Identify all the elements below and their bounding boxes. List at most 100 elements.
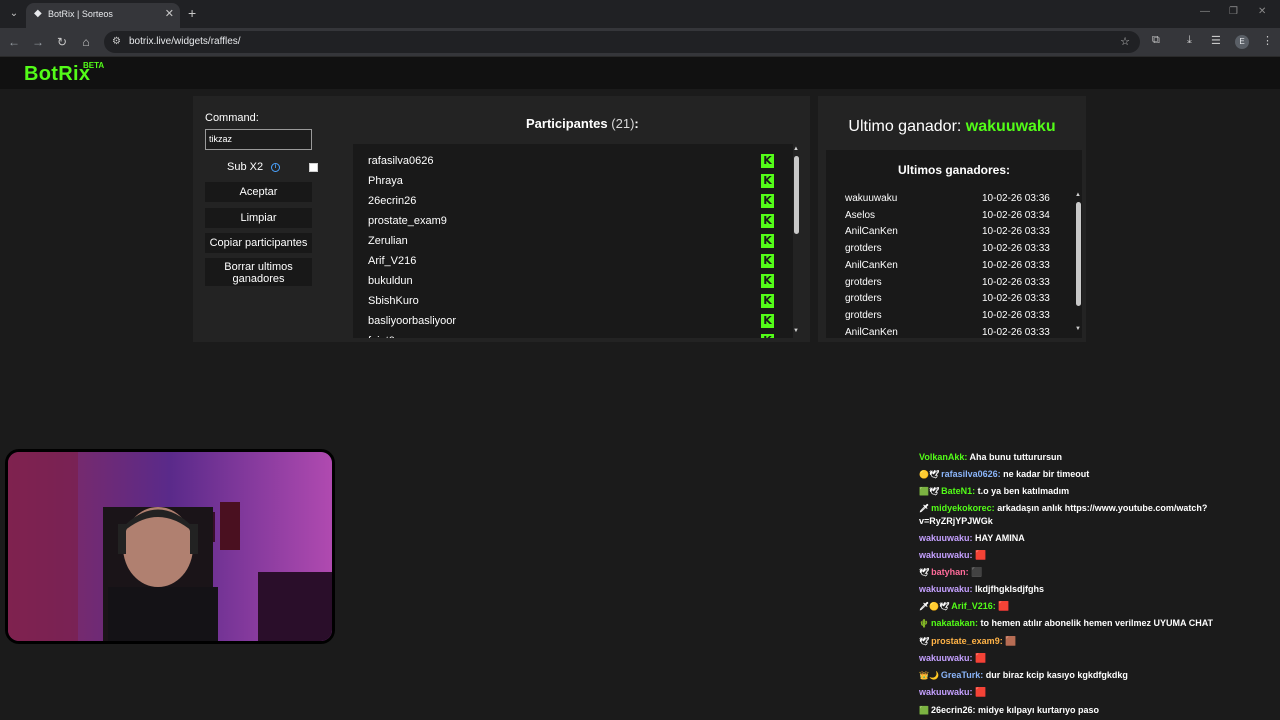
winner-date: 10-02-26 03:33 xyxy=(982,243,1050,255)
chat-username: batyhan: xyxy=(931,567,969,577)
chat-text-continued: v=RyZRjYPJWGk xyxy=(919,516,993,526)
winner-name: AnilCanKen xyxy=(845,226,898,238)
participants-scrollbar[interactable]: ▲ ▼ xyxy=(793,146,801,336)
scroll-down-icon[interactable]: ▼ xyxy=(1075,326,1081,332)
chat-text: arkadaşın anlık https://www.youtube.com/… xyxy=(994,503,1208,513)
kick-logo-icon: K xyxy=(761,254,774,268)
chat-message: 🟩🕊 BateN1: t.o ya ben katılmadım xyxy=(919,485,1259,498)
chat-badges: 🕊 xyxy=(919,568,930,577)
winners-list-title: Ultimos ganadores: xyxy=(897,163,1011,177)
chat-badges: 🕊 xyxy=(919,637,930,646)
minimize-icon[interactable]: — xyxy=(1200,6,1210,17)
close-window-icon[interactable]: ✕ xyxy=(1258,6,1266,17)
reading-list-icon[interactable]: ☰ xyxy=(1211,34,1221,47)
chat-username: Arif_V216: xyxy=(951,601,996,611)
chat-username: wakuuwaku: xyxy=(919,533,973,543)
winner-date: 10-02-26 03:33 xyxy=(982,293,1050,305)
restore-icon[interactable]: ❐ xyxy=(1229,6,1238,17)
winners-list[interactable]: Ultimos ganadores: ▲ ▼ wakuuwaku 10-02-26… xyxy=(826,150,1082,338)
scroll-thumb[interactable] xyxy=(1076,202,1081,306)
winner-name: grotders xyxy=(845,276,882,288)
profile-avatar[interactable]: E xyxy=(1235,35,1249,49)
participant-name: SbishKuro xyxy=(368,295,419,307)
kick-logo-icon: K xyxy=(761,294,774,308)
participant-row: Zerulian K xyxy=(368,232,778,252)
delete-winners-button[interactable]: Borrar ultimos ganadores xyxy=(205,258,312,286)
scroll-down-icon[interactable]: ▼ xyxy=(793,328,799,334)
home-icon[interactable]: ⌂ xyxy=(78,34,94,50)
copy-participants-button[interactable]: Copiar participantes xyxy=(205,233,312,253)
chat-badges: 🟩 xyxy=(919,706,929,715)
chat-text: HAY AMINA xyxy=(972,533,1025,543)
raffle-panel: Command: tikzaz Sub X2 i Aceptar Limpiar… xyxy=(193,96,810,342)
chat-message: 🕊 batyhan: ⬛ xyxy=(919,566,1259,579)
participant-row: feint0 K xyxy=(368,332,778,338)
close-tab-icon[interactable]: ✕ xyxy=(165,7,174,20)
participant-row: Arif_V216 K xyxy=(368,252,778,272)
chat-message: VolkanAkk: Aha bunu tutturursun xyxy=(919,451,1259,463)
kick-logo-icon: K xyxy=(761,154,774,168)
accept-button[interactable]: Aceptar xyxy=(205,182,312,202)
chat-text: to hemen atılır abonelik hemen verilmez … xyxy=(978,618,1214,628)
participant-name: bukuldun xyxy=(368,275,413,287)
browser-tabstrip: ⌄ ◆ BotRix | Sorteos ✕ + — ❐ ✕ xyxy=(0,0,1280,28)
winner-name: AnilCanKen xyxy=(845,259,898,271)
participant-row: basliyoorbasliyoor K xyxy=(368,312,778,332)
chat-message: wakuuwaku: 🟥 xyxy=(919,686,1259,698)
participant-row: SbishKuro K xyxy=(368,292,778,312)
address-bar[interactable]: ⚙ botrix.live/widgets/raffles/ ☆ xyxy=(104,31,1140,53)
clear-button[interactable]: Limpiar xyxy=(205,208,312,228)
chat-message: 🟩 26ecrin26: midye kılpayı kurtarıyo paso xyxy=(919,704,1259,717)
chat-message: 🌵 nakatakan: to hemen atılır abonelik hem… xyxy=(919,617,1259,630)
site-info-icon[interactable]: ⚙ xyxy=(112,36,121,47)
menu-kebab-icon[interactable]: ⋮ xyxy=(1262,34,1273,47)
reload-icon[interactable]: ↻ xyxy=(54,34,70,50)
chat-username: GreaTurk: xyxy=(940,670,984,680)
downloads-icon[interactable]: ⤓ xyxy=(1187,34,1192,47)
chat-badges: 🟩🕊 xyxy=(919,487,940,496)
chat-username: wakuuwaku: xyxy=(919,550,973,560)
chat-text: dur biraz kcip kasıyo kgkdfgkdkg xyxy=(983,670,1128,680)
chat-badges: 🗡 xyxy=(919,504,930,513)
chat-username: BateN1: xyxy=(941,486,976,496)
extensions-icon[interactable]: ⧉ xyxy=(1152,34,1160,47)
sub-x2-checkbox[interactable] xyxy=(309,163,318,172)
winner-row: grotders 10-02-26 03:33 xyxy=(845,292,1065,309)
beta-badge: BETA xyxy=(83,61,105,70)
kick-logo-icon: K xyxy=(761,234,774,248)
last-winner: Ultimo ganador: wakuuwaku xyxy=(818,118,1086,136)
winner-panel: Ultimo ganador: wakuuwaku Ultimos ganado… xyxy=(818,96,1086,342)
new-tab-icon[interactable]: + xyxy=(188,5,196,21)
scroll-thumb[interactable] xyxy=(794,156,799,234)
botrix-logo[interactable]: BotRix xyxy=(24,63,90,86)
forward-icon[interactable]: → xyxy=(30,34,46,50)
command-label: Command: xyxy=(205,112,259,124)
chat-username: midyekokorec: xyxy=(931,503,995,513)
scroll-up-icon[interactable]: ▲ xyxy=(1075,192,1081,198)
chat-message: 🕊 prostate_exam9: 🟫 xyxy=(919,635,1259,648)
winner-name: Aselos xyxy=(845,209,876,221)
url-text[interactable]: botrix.live/widgets/raffles/ xyxy=(129,36,241,47)
back-icon[interactable]: ← xyxy=(6,34,22,50)
scroll-up-icon[interactable]: ▲ xyxy=(793,146,799,152)
browser-tab[interactable]: ◆ BotRix | Sorteos ✕ xyxy=(26,3,180,28)
winner-date: 10-02-26 03:34 xyxy=(982,209,1050,221)
chat-text: lkdjfhgklsdjfghs xyxy=(972,584,1045,594)
winner-row: grotders 10-02-26 03:33 xyxy=(845,276,1065,293)
chat-overlay: VolkanAkk: Aha bunu tutturursun 🟡🕊 rafasil… xyxy=(919,448,1259,720)
participants-count: (21) xyxy=(611,116,635,131)
last-winner-label: Ultimo ganador: xyxy=(848,118,962,135)
participants-list[interactable]: rafasilva0626 K Phraya K 26ecrin26 Kprostate_… xyxy=(353,144,793,338)
participant-name: prostate_exam9 xyxy=(368,215,447,227)
chat-badges: 👑🌙 xyxy=(919,671,939,680)
tab-search-chevron-icon[interactable]: ⌄ xyxy=(6,6,22,22)
winners-scrollbar[interactable]: ▲ ▼ xyxy=(1075,192,1082,334)
participant-row: prostate_exam9 K xyxy=(368,212,778,232)
winner-date: 10-02-26 03:36 xyxy=(982,193,1050,204)
chat-text: 🟫 xyxy=(1002,636,1017,646)
bookmark-star-icon[interactable]: ☆ xyxy=(1120,35,1130,48)
info-icon[interactable]: i xyxy=(271,163,280,172)
chat-badges: 🟡🕊 xyxy=(919,470,940,479)
command-input[interactable]: tikzaz xyxy=(205,129,312,150)
winner-date: 10-02-26 03:33 xyxy=(982,309,1050,321)
